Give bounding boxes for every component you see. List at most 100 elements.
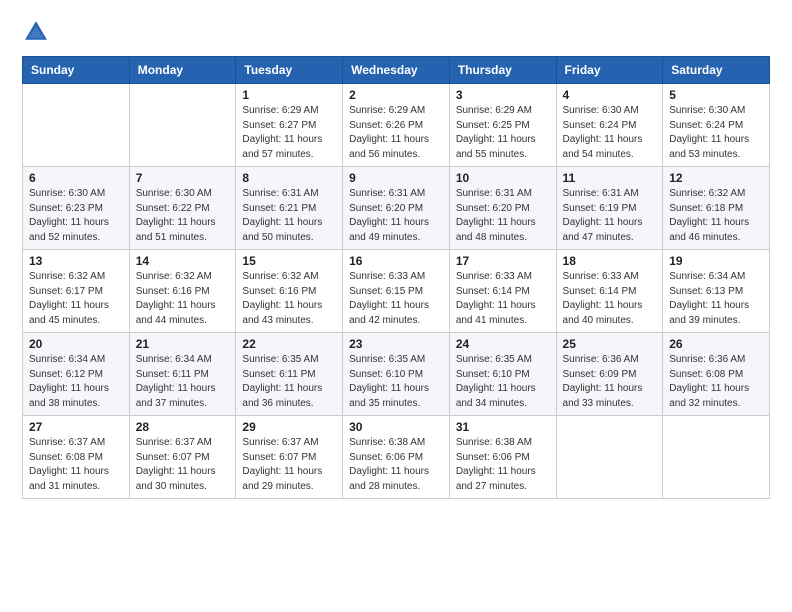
calendar-cell: 21Sunrise: 6:34 AM Sunset: 6:11 PM Dayli…: [129, 333, 236, 416]
calendar-cell: 4 Sunrise: 6:30 AM Sunset: 6:24 PM Daylig…: [556, 84, 663, 167]
day-number: 3: [456, 88, 550, 102]
calendar-cell: [23, 84, 130, 167]
day-number: 12: [669, 171, 763, 185]
weekday-header-saturday: Saturday: [663, 57, 770, 84]
day-number: 25: [563, 337, 657, 351]
calendar-cell: 25 Sunrise: 6:36 AM Sunset: 6:09 PM Dayli…: [556, 333, 663, 416]
week-row-5: 27 Sunrise: 6:37 AM Sunset: 6:08 PM Dayli…: [23, 416, 770, 499]
calendar-cell: 31 Sunrise: 6:38 AM Sunset: 6:06 PM Dayli…: [449, 416, 556, 499]
day-info: Sunrise: 6:37 AM Sunset: 6:08 PM Dayligh…: [29, 436, 123, 494]
calendar-cell: 15Sunrise: 6:32 AM Sunset: 6:16 PM Dayli…: [236, 250, 343, 333]
day-number: 1: [242, 88, 336, 102]
day-number: 16: [349, 254, 443, 268]
weekday-header-friday: Friday: [556, 57, 663, 84]
day-number: 17: [456, 254, 550, 268]
calendar-cell: 16 Sunrise: 6:33 AM Sunset: 6:15 PM Dayli…: [343, 250, 450, 333]
calendar-cell: 13 Sunrise: 6:32 AM Sunset: 6:17 PM Dayli…: [23, 250, 130, 333]
day-number: 2: [349, 88, 443, 102]
day-number: 26: [669, 337, 763, 351]
day-number: 23: [349, 337, 443, 351]
calendar-cell: 5Sunrise: 6:30 AM Sunset: 6:24 PM Daylig…: [663, 84, 770, 167]
day-info: Sunrise: 6:37 AM Sunset: 6:07 PM Dayligh…: [136, 436, 230, 494]
day-info: Sunrise: 6:33 AM Sunset: 6:14 PM Dayligh…: [456, 270, 550, 328]
calendar-cell: 22Sunrise: 6:35 AM Sunset: 6:11 PM Dayli…: [236, 333, 343, 416]
day-info: Sunrise: 6:36 AM Sunset: 6:08 PM Dayligh…: [669, 353, 763, 411]
week-row-1: 1 Sunrise: 6:29 AM Sunset: 6:27 PM Daylig…: [23, 84, 770, 167]
day-info: Sunrise: 6:38 AM Sunset: 6:06 PM Dayligh…: [456, 436, 550, 494]
day-number: 29: [242, 420, 336, 434]
calendar-cell: 14 Sunrise: 6:32 AM Sunset: 6:16 PM Dayli…: [129, 250, 236, 333]
calendar-cell: 18 Sunrise: 6:33 AM Sunset: 6:14 PM Dayli…: [556, 250, 663, 333]
weekday-header-wednesday: Wednesday: [343, 57, 450, 84]
weekday-header-monday: Monday: [129, 57, 236, 84]
day-number: 14: [136, 254, 230, 268]
day-number: 11: [563, 171, 657, 185]
day-info: Sunrise: 6:30 AM Sunset: 6:24 PM Dayligh…: [563, 104, 657, 162]
calendar-cell: 10 Sunrise: 6:31 AM Sunset: 6:20 PM Dayli…: [449, 167, 556, 250]
calendar-cell: 29Sunrise: 6:37 AM Sunset: 6:07 PM Dayli…: [236, 416, 343, 499]
weekday-header-thursday: Thursday: [449, 57, 556, 84]
calendar-cell: 8Sunrise: 6:31 AM Sunset: 6:21 PM Daylig…: [236, 167, 343, 250]
calendar-cell: 19 Sunrise: 6:34 AM Sunset: 6:13 PM Dayli…: [663, 250, 770, 333]
day-number: 7: [136, 171, 230, 185]
day-number: 10: [456, 171, 550, 185]
day-info: Sunrise: 6:30 AM Sunset: 6:22 PM Dayligh…: [136, 187, 230, 245]
calendar-cell: 28 Sunrise: 6:37 AM Sunset: 6:07 PM Dayli…: [129, 416, 236, 499]
day-info: Sunrise: 6:36 AM Sunset: 6:09 PM Dayligh…: [563, 353, 657, 411]
weekday-header-tuesday: Tuesday: [236, 57, 343, 84]
day-info: Sunrise: 6:29 AM Sunset: 6:27 PM Dayligh…: [242, 104, 336, 162]
day-info: Sunrise: 6:35 AM Sunset: 6:10 PM Dayligh…: [456, 353, 550, 411]
day-info: Sunrise: 6:31 AM Sunset: 6:20 PM Dayligh…: [349, 187, 443, 245]
calendar-cell: 20 Sunrise: 6:34 AM Sunset: 6:12 PM Dayli…: [23, 333, 130, 416]
day-info: Sunrise: 6:32 AM Sunset: 6:16 PM Dayligh…: [136, 270, 230, 328]
day-number: 27: [29, 420, 123, 434]
day-number: 24: [456, 337, 550, 351]
calendar-cell: [556, 416, 663, 499]
day-info: Sunrise: 6:34 AM Sunset: 6:11 PM Dayligh…: [136, 353, 230, 411]
day-info: Sunrise: 6:33 AM Sunset: 6:15 PM Dayligh…: [349, 270, 443, 328]
day-info: Sunrise: 6:30 AM Sunset: 6:24 PM Dayligh…: [669, 104, 763, 162]
day-info: Sunrise: 6:31 AM Sunset: 6:20 PM Dayligh…: [456, 187, 550, 245]
calendar-cell: 3Sunrise: 6:29 AM Sunset: 6:25 PM Daylig…: [449, 84, 556, 167]
page: SundayMondayTuesdayWednesdayThursdayFrid…: [0, 0, 792, 612]
calendar-cell: 2 Sunrise: 6:29 AM Sunset: 6:26 PM Daylig…: [343, 84, 450, 167]
day-number: 19: [669, 254, 763, 268]
day-number: 22: [242, 337, 336, 351]
calendar-cell: 26 Sunrise: 6:36 AM Sunset: 6:08 PM Dayli…: [663, 333, 770, 416]
calendar-cell: 27 Sunrise: 6:37 AM Sunset: 6:08 PM Dayli…: [23, 416, 130, 499]
calendar-header: SundayMondayTuesdayWednesdayThursdayFrid…: [23, 57, 770, 84]
calendar-cell: 11 Sunrise: 6:31 AM Sunset: 6:19 PM Dayli…: [556, 167, 663, 250]
weekday-header-sunday: Sunday: [23, 57, 130, 84]
calendar-cell: 9 Sunrise: 6:31 AM Sunset: 6:20 PM Daylig…: [343, 167, 450, 250]
day-number: 31: [456, 420, 550, 434]
week-row-4: 20 Sunrise: 6:34 AM Sunset: 6:12 PM Dayli…: [23, 333, 770, 416]
calendar-cell: 6 Sunrise: 6:30 AM Sunset: 6:23 PM Daylig…: [23, 167, 130, 250]
day-number: 9: [349, 171, 443, 185]
day-number: 28: [136, 420, 230, 434]
logo-icon: [22, 18, 50, 46]
week-row-3: 13 Sunrise: 6:32 AM Sunset: 6:17 PM Dayli…: [23, 250, 770, 333]
calendar-cell: 23 Sunrise: 6:35 AM Sunset: 6:10 PM Dayli…: [343, 333, 450, 416]
day-number: 8: [242, 171, 336, 185]
day-info: Sunrise: 6:32 AM Sunset: 6:17 PM Dayligh…: [29, 270, 123, 328]
day-info: Sunrise: 6:30 AM Sunset: 6:23 PM Dayligh…: [29, 187, 123, 245]
day-number: 20: [29, 337, 123, 351]
day-info: Sunrise: 6:32 AM Sunset: 6:16 PM Dayligh…: [242, 270, 336, 328]
calendar-cell: [663, 416, 770, 499]
day-number: 6: [29, 171, 123, 185]
day-info: Sunrise: 6:33 AM Sunset: 6:14 PM Dayligh…: [563, 270, 657, 328]
day-info: Sunrise: 6:34 AM Sunset: 6:12 PM Dayligh…: [29, 353, 123, 411]
calendar-cell: 12Sunrise: 6:32 AM Sunset: 6:18 PM Dayli…: [663, 167, 770, 250]
calendar-cell: 30Sunrise: 6:38 AM Sunset: 6:06 PM Dayli…: [343, 416, 450, 499]
day-info: Sunrise: 6:31 AM Sunset: 6:19 PM Dayligh…: [563, 187, 657, 245]
calendar-body: 1 Sunrise: 6:29 AM Sunset: 6:27 PM Daylig…: [23, 84, 770, 499]
day-number: 4: [563, 88, 657, 102]
day-number: 18: [563, 254, 657, 268]
day-info: Sunrise: 6:29 AM Sunset: 6:26 PM Dayligh…: [349, 104, 443, 162]
day-info: Sunrise: 6:35 AM Sunset: 6:10 PM Dayligh…: [349, 353, 443, 411]
calendar-table: SundayMondayTuesdayWednesdayThursdayFrid…: [22, 56, 770, 499]
calendar-cell: 1 Sunrise: 6:29 AM Sunset: 6:27 PM Daylig…: [236, 84, 343, 167]
day-info: Sunrise: 6:34 AM Sunset: 6:13 PM Dayligh…: [669, 270, 763, 328]
weekday-header-row: SundayMondayTuesdayWednesdayThursdayFrid…: [23, 57, 770, 84]
day-number: 13: [29, 254, 123, 268]
